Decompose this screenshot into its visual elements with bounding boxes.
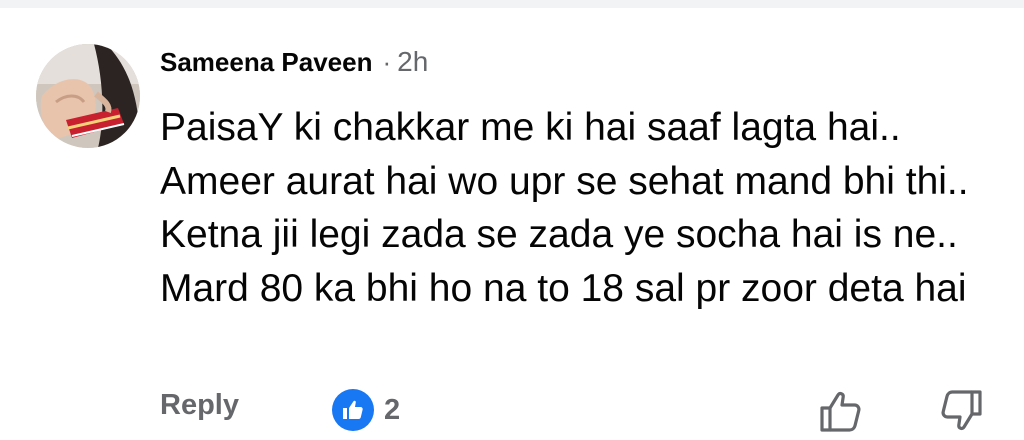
upvote-button[interactable]: [818, 388, 864, 434]
reaction-count: 2: [384, 393, 401, 426]
thumbs-down-outline-icon: [941, 390, 982, 430]
meta-separator: ·: [382, 47, 392, 77]
comment-header: Sameena Paveen · 2h: [160, 46, 428, 78]
reaction-summary[interactable]: 2: [332, 389, 400, 431]
comment-card: Sameena Paveen · 2h PaisaY ki chakkar me…: [0, 0, 1024, 440]
comment-text: PaisaY ki chakkar me ki hai saaf lagta h…: [160, 106, 969, 310]
author-name[interactable]: Sameena Paveen: [160, 47, 372, 78]
thumbs-up-outline-icon: [820, 392, 861, 432]
timestamp[interactable]: 2h: [397, 46, 428, 78]
like-icon: [332, 389, 374, 431]
reply-button[interactable]: Reply: [160, 389, 239, 422]
divider: [0, 0, 1024, 8]
avatar[interactable]: [36, 44, 140, 148]
avatar-image: [36, 44, 140, 148]
downvote-button[interactable]: [938, 388, 984, 434]
